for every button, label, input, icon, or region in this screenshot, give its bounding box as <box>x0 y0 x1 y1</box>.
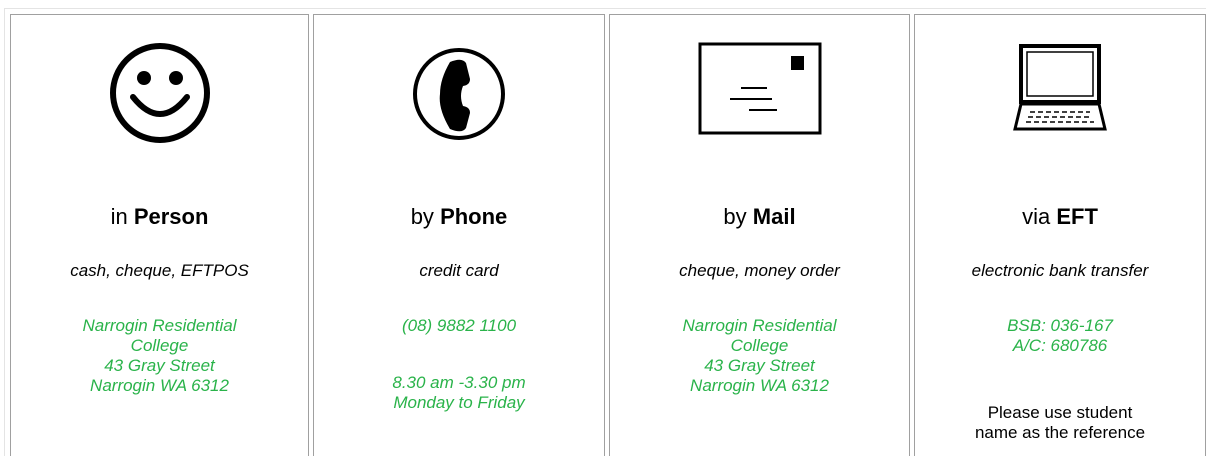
laptop-icon <box>1013 44 1107 131</box>
option-method: electronic bank transfer <box>971 261 1149 280</box>
option-heading: by Mail <box>723 204 796 229</box>
option-address: Narrogin Residential College 43 Gray Str… <box>682 316 837 395</box>
envelope-icon <box>698 42 821 135</box>
option-address: Narrogin Residential College 43 Gray Str… <box>82 316 237 395</box>
option-phone-number: (08) 9882 1100 <box>401 316 517 335</box>
option-hours: 8.30 am -3.30 pm Monday to Friday <box>392 373 526 412</box>
option-method: cash, cheque, EFTPOS <box>70 261 249 280</box>
payment-option-mail: by Mail cheque, money order Narrogin Res… <box>609 14 910 456</box>
option-bank-details: BSB: 036-167 A/C: 680786 <box>1007 316 1113 355</box>
option-method: credit card <box>419 261 499 280</box>
phone-icon <box>413 48 505 140</box>
payment-option-eft: via EFT electronic bank transfer BSB: 03… <box>914 14 1206 456</box>
option-heading: by Phone <box>410 204 508 229</box>
option-reference-note: Please use student name as the reference <box>974 403 1146 442</box>
payment-option-person: in Person cash, cheque, EFTPOS Narrogin … <box>10 14 309 456</box>
payment-option-phone: by Phone credit card (08) 9882 1100 8.30… <box>313 14 605 456</box>
option-heading: via EFT <box>1022 204 1098 229</box>
option-heading: in Person <box>110 204 209 229</box>
smiley-face-icon <box>109 43 210 143</box>
option-method: cheque, money order <box>679 261 840 280</box>
payment-options-table: in Person cash, cheque, EFTPOS Narrogin … <box>4 8 1206 456</box>
